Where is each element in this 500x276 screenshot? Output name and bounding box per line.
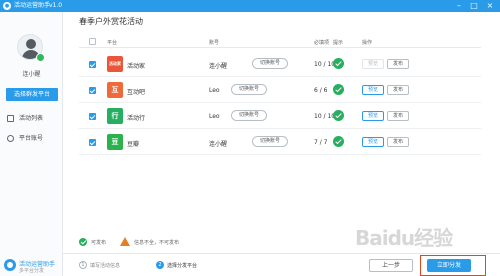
window-version: v1.0	[49, 2, 63, 9]
step-number: 1	[79, 261, 87, 269]
sidebar-footer: 活动运营助手 多平台分发	[0, 258, 63, 276]
row-checkbox[interactable]	[89, 113, 96, 120]
switch-account-button[interactable]: 切换账号	[252, 136, 288, 147]
column-header-tip: 提示	[333, 40, 344, 46]
switch-account-button[interactable]: 切换账号	[252, 58, 288, 69]
account-name: Leo	[209, 87, 220, 94]
publish-button[interactable]: 发布	[387, 111, 409, 121]
publish-button[interactable]: 发布	[387, 59, 409, 69]
publish-now-button[interactable]: 立即分发	[427, 259, 471, 272]
legend-ok-text: 可发布	[91, 240, 107, 246]
ok-status-icon	[333, 136, 344, 147]
select-platform-button[interactable]: 选择群发平台	[6, 88, 58, 101]
bottom-bar: 1 填写活动信息 2 选择分发平台 上一步 立即分发	[63, 253, 500, 276]
required-count: 6 / 6	[314, 87, 328, 94]
step-number: 2	[156, 261, 164, 269]
table-header: 平台 账号 必填项 提示 操作	[79, 36, 481, 48]
column-header-account: 账号	[209, 40, 220, 46]
user-icon	[7, 135, 14, 142]
sidebar-item-label: 活动列表	[19, 115, 44, 122]
huodongxing-logo-icon: 行	[107, 108, 123, 124]
preview-button[interactable]: 预览	[362, 59, 384, 69]
switch-account-button[interactable]: 切换账号	[231, 84, 267, 95]
previous-step-button[interactable]: 上一步	[369, 259, 413, 272]
ok-status-icon	[333, 84, 344, 95]
preview-button[interactable]: 预览	[362, 111, 384, 121]
row-checkbox[interactable]	[89, 139, 96, 146]
account-name: 连小醒	[209, 141, 228, 148]
list-icon	[7, 115, 14, 122]
watermark: Baidu经验	[355, 226, 453, 250]
preview-button[interactable]: 预览	[362, 85, 384, 95]
ok-status-icon	[333, 110, 344, 121]
account-name: 连小醒	[209, 63, 228, 70]
table-row: 活动家 活动家 连小醒 切换账号 10 / 10 预览 发布	[79, 52, 481, 77]
huodongjia-logo-icon: 活动家	[107, 56, 123, 72]
table-row: 行 活动行 Leo 切换账号 10 / 10 预览 发布	[79, 104, 481, 129]
sidebar-item-label: 平台账号	[19, 135, 44, 142]
platform-name: 互动吧	[127, 89, 146, 96]
sidebar-item-platform-account[interactable]: 平台账号	[7, 133, 62, 144]
required-count: 10 / 10	[314, 61, 336, 68]
maximize-button[interactable]: □	[467, 0, 481, 12]
title-bar: ● 活动运营助手 v1.0 – □ ×	[0, 0, 500, 12]
required-count: 10 / 10	[314, 113, 336, 120]
required-count: 7 / 7	[314, 139, 328, 146]
status-legend: 可发布 信息不全，不可发布	[79, 237, 379, 247]
platform-name: 活动家	[127, 63, 146, 70]
brand-subtitle: 多平台分发	[19, 268, 45, 274]
legend-warn-text: 信息不全，不可发布	[134, 240, 180, 246]
preview-button[interactable]: 预览	[362, 137, 384, 147]
column-header-action: 操作	[362, 40, 373, 46]
platform-name: 豆瓣	[127, 141, 140, 148]
douban-logo-icon: 豆	[107, 134, 123, 150]
table-row: 豆 豆瓣 连小醒 切换账号 7 / 7 预览 发布	[79, 130, 481, 155]
row-checkbox[interactable]	[89, 61, 96, 68]
select-all-checkbox[interactable]	[89, 38, 96, 45]
close-button[interactable]: ×	[483, 0, 497, 12]
warning-icon	[120, 237, 130, 246]
wechat-badge-icon	[36, 53, 45, 62]
avatar-head	[26, 39, 36, 49]
step-label: 选择分发平台	[167, 263, 198, 269]
sidebar: 连小醒 选择群发平台 活动列表 平台账号 活动运营助手 多平台分发	[0, 12, 63, 276]
sidebar-item-activity-list[interactable]: 活动列表	[7, 113, 62, 124]
minimize-button[interactable]: –	[452, 0, 466, 12]
username: 连小醒	[22, 71, 41, 78]
step-label: 填写活动信息	[90, 263, 121, 269]
table-row: 互 互动吧 Leo 切换账号 6 / 6 预览 发布	[79, 78, 481, 103]
publish-button[interactable]: 发布	[387, 137, 409, 147]
column-header-required: 必填项	[314, 40, 330, 46]
platform-name: 活动行	[127, 115, 146, 122]
brand-logo-icon	[4, 259, 16, 271]
account-name: Leo	[209, 113, 220, 120]
column-header-platform: 平台	[107, 40, 118, 46]
ok-status-icon	[333, 58, 344, 69]
window-title: 活动运营助手	[14, 2, 51, 9]
app-logo-icon: ●	[3, 2, 11, 10]
ok-legend-icon	[79, 238, 87, 246]
page-title: 春季户外赏花活动	[79, 17, 143, 26]
publish-button[interactable]: 发布	[387, 85, 409, 95]
switch-account-button[interactable]: 切换账号	[231, 110, 267, 121]
hudongba-logo-icon: 互	[107, 82, 123, 98]
row-checkbox[interactable]	[89, 87, 96, 94]
